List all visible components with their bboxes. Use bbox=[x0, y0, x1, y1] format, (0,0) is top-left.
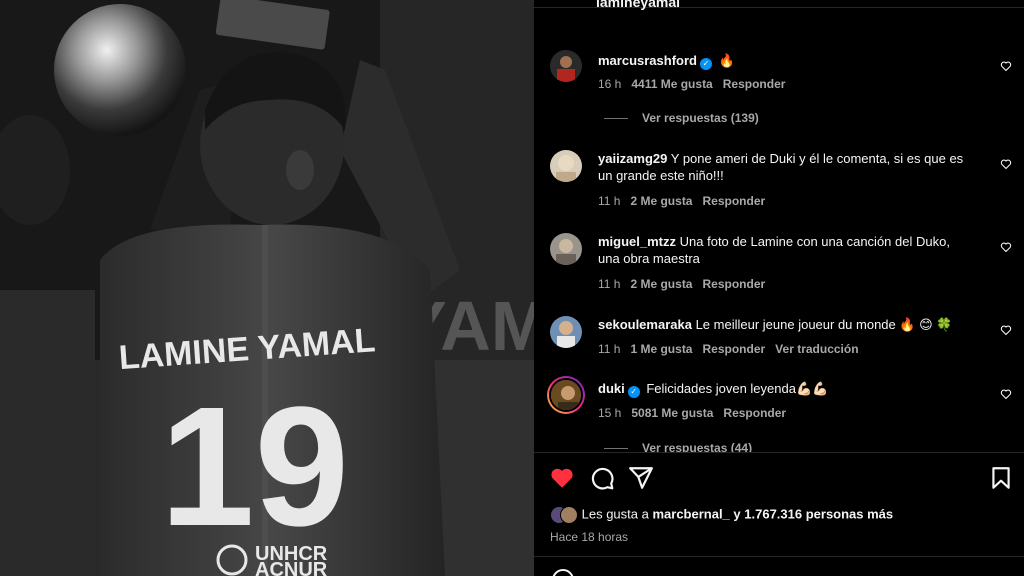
translate-button[interactable]: Ver traducción bbox=[775, 342, 858, 356]
comment-username[interactable]: yaiizamg29 bbox=[598, 151, 667, 166]
likes-prefix: Les gusta a bbox=[581, 506, 649, 522]
comment-likes[interactable]: 2 Me gusta bbox=[630, 277, 692, 291]
photo-illustration: YAM LAMINE YAMAL 19 UNHCR ACNUR bbox=[0, 0, 534, 576]
comment-time: 15 h bbox=[598, 406, 622, 420]
verified-icon: ✓ bbox=[699, 58, 712, 70]
comment-time: 16 h bbox=[598, 77, 622, 91]
reply-button[interactable]: Responder bbox=[702, 342, 765, 356]
view-replies-button[interactable]: Ver respuestas (44) bbox=[604, 441, 752, 452]
avatar[interactable] bbox=[550, 150, 582, 182]
share-icon[interactable] bbox=[628, 465, 654, 491]
comment-username[interactable]: duki bbox=[598, 381, 625, 396]
post-time: Hace 18 horas bbox=[550, 530, 629, 544]
comment-username[interactable]: marcusrashford bbox=[598, 53, 697, 68]
emoji-icon[interactable] bbox=[552, 569, 574, 576]
comment-icon[interactable] bbox=[589, 465, 615, 491]
likes-count[interactable]: y 1.767.316 personas más bbox=[733, 506, 893, 521]
heart-outline-icon[interactable] bbox=[1000, 158, 1012, 170]
comment-text: marcusrashford ✓ 🔥 bbox=[598, 52, 968, 70]
comment-likes[interactable]: 5081 Me gusta bbox=[631, 406, 713, 420]
post-author[interactable]: lamineyamal bbox=[596, 0, 680, 10]
comment-content: 🔥 bbox=[718, 53, 735, 68]
heart-outline-icon[interactable] bbox=[1000, 241, 1012, 253]
jersey-number: 19 bbox=[160, 372, 349, 562]
post-photo: YAM LAMINE YAMAL 19 UNHCR ACNUR bbox=[0, 0, 534, 576]
comment-time: 11 h bbox=[598, 342, 621, 356]
comment-meta: 15 h 5081 Me gusta Responder bbox=[598, 406, 796, 420]
avatar-story-ring[interactable] bbox=[547, 376, 585, 414]
comment-time: 11 h bbox=[598, 277, 621, 291]
comment-text: sekoulemaraka Le meilleur jeune joueur d… bbox=[598, 316, 968, 333]
sponsor-line-2: ACNUR bbox=[255, 559, 328, 576]
comment-meta: 11 h 2 Me gusta Responder bbox=[598, 277, 775, 291]
avatar[interactable] bbox=[550, 316, 582, 348]
comment-content: Felicidades joven leyenda💪🏻💪🏻 bbox=[646, 381, 829, 396]
comment-likes[interactable]: 4411 Me gusta bbox=[631, 77, 712, 91]
comment-username[interactable]: miguel_mtzz bbox=[598, 234, 676, 249]
bookmark-icon[interactable] bbox=[988, 465, 1014, 491]
comment-text: yaiizamg29 Y pone ameri de Duki y él le … bbox=[598, 150, 968, 184]
comment-content: Le meilleur jeune joueur du monde 🔥 😊 🍀 bbox=[695, 317, 953, 332]
view-replies-button[interactable]: Ver respuestas (139) bbox=[604, 111, 759, 125]
ballon-trophy bbox=[54, 4, 186, 136]
reply-button[interactable]: Responder bbox=[702, 277, 765, 291]
likes-user[interactable]: marcbernal_ bbox=[652, 506, 729, 521]
comments-list[interactable]: marcusrashford ✓ 🔥 16 h 4411 Me gusta Respo… bbox=[534, 40, 1024, 452]
comment-meta: 16 h 4411 Me gusta Responder bbox=[598, 77, 795, 91]
comment-likes[interactable]: 2 Me gusta bbox=[630, 194, 692, 208]
verified-icon: ✓ bbox=[627, 386, 640, 398]
heart-outline-icon[interactable] bbox=[1000, 388, 1012, 400]
avatar[interactable] bbox=[550, 233, 582, 265]
comment-text: duki ✓ Felicidades joven leyenda💪🏻💪🏻 bbox=[598, 380, 968, 398]
reply-button[interactable]: Responder bbox=[702, 194, 765, 208]
comment-text: miguel_mtzz Una foto de Lamine con una c… bbox=[598, 233, 968, 267]
comments-panel: lamineyamal marcusrashford ✓ 🔥 16 h 4411 M… bbox=[534, 0, 1024, 576]
heart-filled-icon[interactable] bbox=[549, 465, 575, 491]
heart-outline-icon[interactable] bbox=[1000, 60, 1012, 72]
avatar[interactable] bbox=[550, 50, 582, 82]
comment-meta: 11 h 1 Me gusta Responder Ver traducción bbox=[598, 342, 869, 356]
post-actions: Les gusta a marcbernal_ y 1.767.316 pers… bbox=[534, 452, 1024, 576]
comment-meta: 11 h 2 Me gusta Responder bbox=[598, 194, 775, 208]
liker-avatar bbox=[560, 506, 578, 524]
comment-likes[interactable]: 1 Me gusta bbox=[630, 342, 692, 356]
comment-time: 11 h bbox=[598, 194, 621, 208]
reply-button[interactable]: Responder bbox=[723, 406, 786, 420]
reply-button[interactable]: Responder bbox=[723, 77, 786, 91]
heart-outline-icon[interactable] bbox=[1000, 324, 1012, 336]
comment-username[interactable]: sekoulemaraka bbox=[598, 317, 692, 332]
likes-summary: Les gusta a marcbernal_ y 1.767.316 pers… bbox=[550, 506, 893, 524]
divider bbox=[534, 556, 1024, 557]
